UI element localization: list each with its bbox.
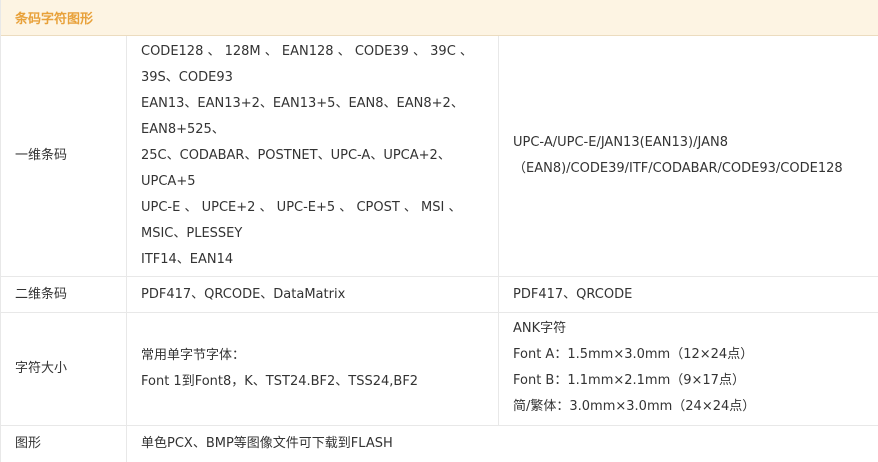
text-line: （EAN8)/CODE39/ITF/CODABAR/CODE93/CODE128 [513,161,843,176]
row-label: 字符大小 [1,313,127,425]
table-row-font-size: 字符大小 常用单字节字体： Font 1到Font8，K、TST24.BF2、T… [1,313,878,426]
text-line: EAN8+525、 [141,122,225,137]
text-line: Font A：1.5mm×3.0mm（12×24点） [513,347,754,362]
text-block: UPC-A/UPC-E/JAN13(EAN13)/JAN8 （EAN8)/COD… [513,130,865,182]
label-2d-barcode: 二维条码 [15,286,68,302]
table-row-1d-barcode: 一维条码 CODE128 、 128M 、 EAN128 、 CODE39 、 … [1,36,878,277]
table-row-graphics: 图形 单色PCX、BMP等图像文件可下载到FLASH [1,426,878,462]
section-header: 条码字符图形 [1,0,878,36]
text-line: Font 1到Font8，K、TST24.BF2、TSS24,BF2 [141,374,419,389]
text-line: 25C、CODABAR、POSTNET、UPC-A、UPCA+2、 [141,148,451,163]
text-line: PDF417、QRCODE、DataMatrix [141,286,346,302]
text-line: 单色PCX、BMP等图像文件可下载到FLASH [141,436,393,451]
spec-table: 条码字符图形 一维条码 CODE128 、 128M 、 EAN128 、 CO… [0,0,878,462]
text-line: UPC-A/UPC-E/JAN13(EAN13)/JAN8 [513,135,728,150]
text-line: 简/繁体：3.0mm×3.0mm（24×24点） [513,399,756,414]
text-line: 39S、CODE93 [141,70,233,85]
cell-graphics: 单色PCX、BMP等图像文件可下载到FLASH [127,426,877,462]
label-1d-barcode: 一维条码 [15,148,68,163]
text-line: Font B：1.1mm×2.1mm（9×17点） [513,373,745,388]
text-line: UPCA+5 [141,174,196,189]
row-label: 二维条码 [1,277,127,312]
cell-1d-model-b: UPC-A/UPC-E/JAN13(EAN13)/JAN8 （EAN8)/COD… [499,36,877,276]
label-font-size: 字符大小 [15,361,68,376]
label-graphics: 图形 [15,436,42,451]
cell-2d-model-b: PDF417、QRCODE [499,277,877,312]
text-line: EAN13、EAN13+2、EAN13+5、EAN8、EAN8+2、 [141,96,464,111]
text-block: 常用单字节字体： Font 1到Font8，K、TST24.BF2、TSS24,… [141,343,418,395]
text-line: PDF417、QRCODE [513,286,633,302]
text-line: 常用单字节字体： [141,348,246,363]
cell-2d-model-a: PDF417、QRCODE、DataMatrix [127,277,499,312]
table-row-2d-barcode: 二维条码 PDF417、QRCODE、DataMatrix PDF417、QRC… [1,277,878,313]
cell-font-model-b: ANK字符 Font A：1.5mm×3.0mm（12×24点） Font B：… [499,313,877,425]
text-line: ANK字符 [513,321,567,336]
row-label: 一维条码 [1,36,127,276]
cell-1d-model-a: CODE128 、 128M 、 EAN128 、 CODE39 、 39C 、… [127,36,499,276]
text-line: ITF14、EAN14 [141,252,234,267]
section-title: 条码字符图形 [15,12,94,27]
text-line: UPC-E 、 UPCE+2 、 UPC-E+5 、 CPOST 、 MSI 、 [141,200,462,215]
text-line: CODE128 、 128M 、 EAN128 、 CODE39 、 39C 、 [141,44,473,59]
text-line: MSIC、PLESSEY [141,226,243,241]
cell-font-model-a: 常用单字节字体： Font 1到Font8，K、TST24.BF2、TSS24,… [127,313,499,425]
row-label: 图形 [1,426,127,462]
